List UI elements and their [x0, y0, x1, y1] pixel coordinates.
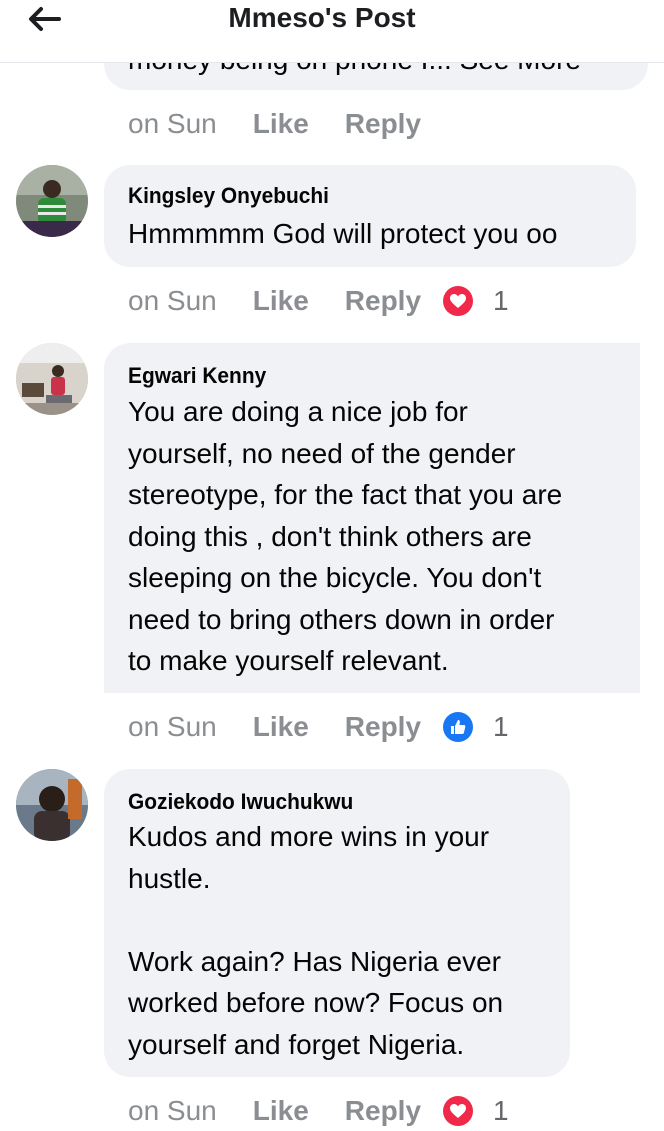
reply-button[interactable]: Reply: [345, 711, 421, 743]
reaction-count: 1: [493, 1095, 509, 1126]
reply-button[interactable]: Reply: [345, 285, 421, 317]
comment-text: Kudos and more wins in your hustle. Work…: [128, 821, 504, 1060]
avatar[interactable]: [16, 165, 88, 237]
comment-author[interactable]: Egwari Kenny: [128, 363, 266, 389]
comment-time[interactable]: on Sun: [128, 285, 217, 317]
reply-button[interactable]: Reply: [345, 1095, 421, 1127]
comment-text: You are doing a nice job for yourself, n…: [128, 396, 563, 676]
comment-time[interactable]: on Sun: [128, 1095, 217, 1127]
like-button[interactable]: Like: [253, 108, 309, 140]
love-reaction-icon: [443, 286, 474, 316]
reaction-count: 1: [493, 711, 509, 742]
avatar[interactable]: [16, 343, 88, 415]
comment-bubble[interactable]: Goziekodo Iwuchukwu Kudos and more wins …: [104, 769, 570, 1077]
reaction-count: 1: [493, 285, 509, 316]
comment-meta: on Sun Like Reply: [128, 104, 443, 144]
comment-time[interactable]: on Sun: [128, 108, 217, 140]
comment-time[interactable]: on Sun: [128, 711, 217, 743]
like-button[interactable]: Like: [253, 711, 309, 743]
comment-bubble[interactable]: Egwari Kenny You are doing a nice job fo…: [104, 343, 640, 693]
like-reaction-icon: [443, 712, 474, 742]
reaction-summary[interactable]: 1: [443, 285, 509, 317]
reaction-summary[interactable]: 1: [443, 711, 509, 743]
reply-button[interactable]: Reply: [345, 108, 421, 140]
comment-meta: on Sun Like Reply 1: [128, 1091, 509, 1131]
comment-text: Hmmmmm God will protect you oo: [128, 218, 558, 249]
reaction-summary[interactable]: 1: [443, 1095, 509, 1127]
comment-bubble[interactable]: Kingsley Onyebuchi Hmmmmm God will prote…: [104, 165, 636, 267]
page-title: Mmeso's Post: [228, 2, 416, 33]
like-button[interactable]: Like: [253, 1095, 309, 1127]
like-button[interactable]: Like: [253, 285, 309, 317]
comment-meta: on Sun Like Reply 1: [128, 707, 509, 747]
top-bar: Mmeso's Post: [0, 0, 664, 63]
comment-author[interactable]: Kingsley Onyebuchi: [128, 183, 329, 209]
comment-meta: on Sun Like Reply 1: [128, 281, 509, 321]
comment-author[interactable]: Goziekodo Iwuchukwu: [128, 789, 353, 815]
avatar[interactable]: [16, 769, 88, 841]
